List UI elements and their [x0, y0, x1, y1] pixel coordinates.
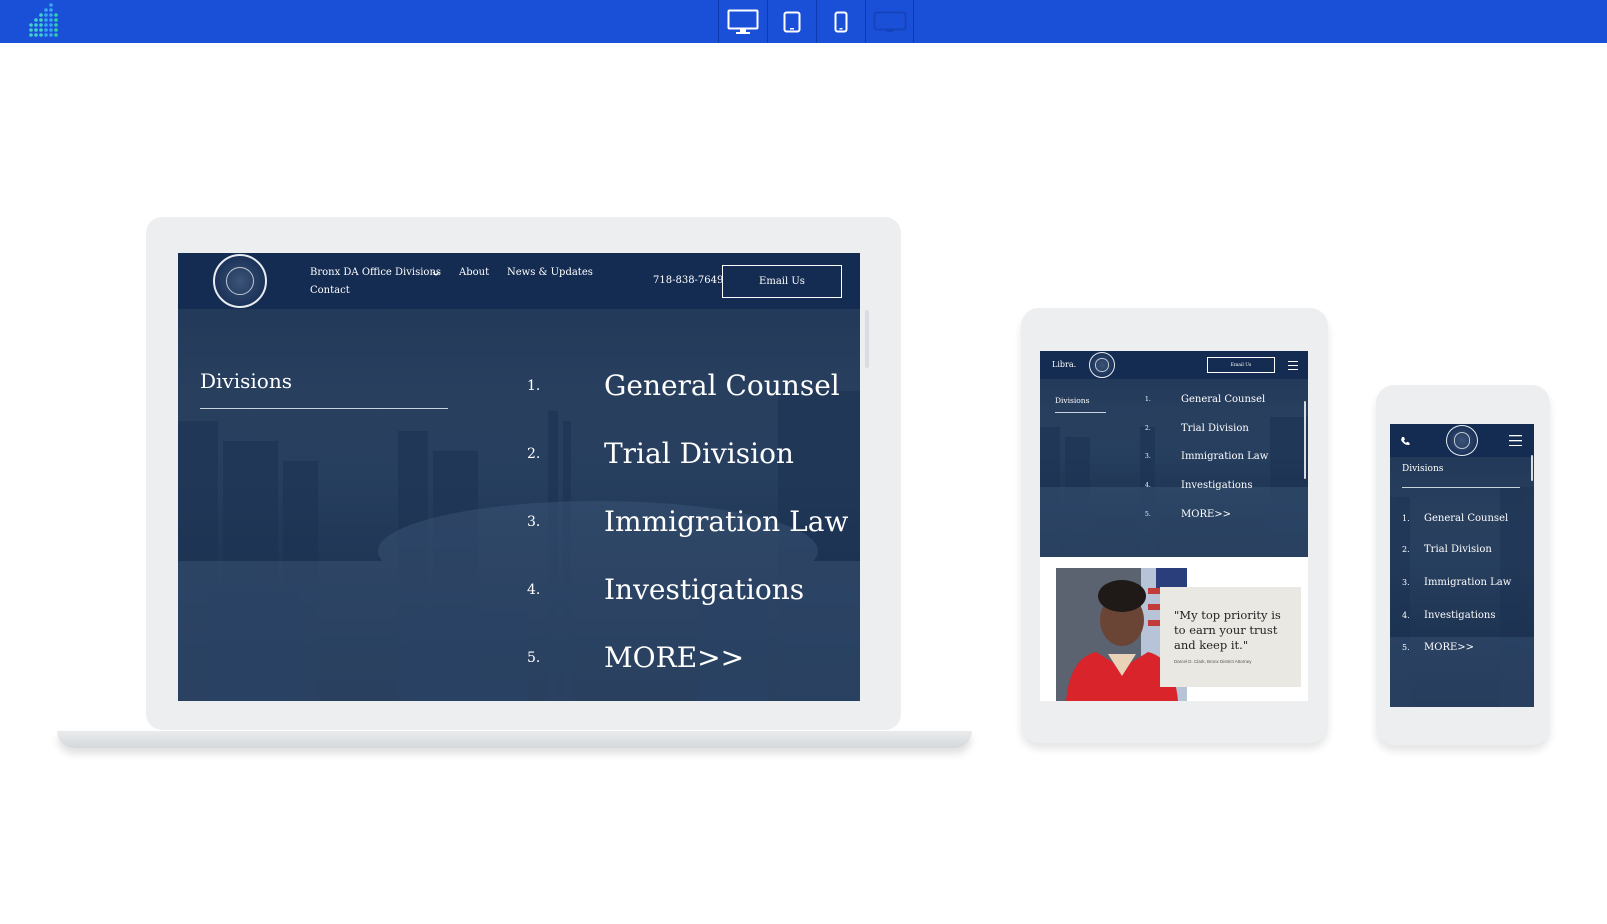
division-number: 4. — [1402, 611, 1410, 620]
division-more-link[interactable]: MORE>> — [604, 641, 744, 674]
division-number: 1. — [1402, 514, 1410, 523]
laptop-base — [57, 731, 972, 748]
signal-dots-icon[interactable] — [28, 2, 62, 38]
landscape-view-button[interactable] — [865, 0, 914, 43]
device-switcher — [718, 0, 914, 43]
division-number: 1. — [1145, 396, 1151, 403]
quote-attribution: Darcel D. Clark, Bronx District Attorney — [1174, 659, 1252, 664]
division-number: 3. — [527, 514, 541, 530]
phone-header — [1390, 424, 1534, 457]
nav-news-updates[interactable]: News & Updates — [507, 267, 593, 278]
preview-toolbar — [0, 0, 1607, 43]
divisions-heading: Divisions — [200, 369, 292, 393]
divisions-heading: Divisions — [1402, 464, 1444, 474]
division-number: 2. — [1145, 425, 1151, 432]
phone-call-icon[interactable] — [1400, 436, 1410, 446]
site-header: Bronx DA Office Divisions About News & U… — [178, 253, 860, 309]
divisions-underline — [200, 408, 448, 409]
division-trial[interactable]: Trial Division — [604, 437, 794, 470]
division-number: 3. — [1402, 578, 1410, 587]
divisions-heading: Divisions — [1055, 396, 1090, 405]
email-us-button[interactable]: Email Us — [722, 265, 842, 298]
chevron-down-icon — [432, 271, 440, 276]
division-general-counsel[interactable]: General Counsel — [1181, 394, 1265, 405]
divisions-underline — [1055, 412, 1106, 413]
bronx-county-seal-icon[interactable] — [1446, 425, 1478, 456]
quote-text: "My top priority is to earn your trust a… — [1174, 608, 1281, 652]
hamburger-menu-icon[interactable] — [1288, 361, 1298, 370]
phone-view-button[interactable] — [816, 0, 865, 43]
division-investigations[interactable]: Investigations — [1181, 480, 1252, 491]
tablet-site-preview: Libra. Email Us Divisions 1. General Cou… — [1040, 351, 1308, 701]
landscape-icon — [873, 11, 906, 32]
division-trial[interactable]: Trial Division — [1181, 423, 1249, 434]
laptop-scrollbar[interactable] — [865, 310, 869, 368]
tablet-view-button[interactable] — [767, 0, 816, 43]
nav-about[interactable]: About — [459, 267, 489, 278]
divisions-underline — [1402, 487, 1520, 488]
nav-contact[interactable]: Contact — [310, 285, 350, 296]
division-investigations[interactable]: Investigations — [604, 573, 804, 606]
division-number: 5. — [1145, 511, 1151, 518]
division-immigration-law[interactable]: Immigration Law — [604, 505, 848, 538]
division-number: 3. — [1145, 453, 1151, 460]
division-number: 1. — [527, 378, 541, 394]
desktop-icon — [727, 9, 759, 34]
quote-card: "My top priority is to earn your trust a… — [1160, 587, 1301, 687]
division-more-link[interactable]: MORE>> — [1424, 642, 1474, 653]
laptop-site-preview: Bronx DA Office Divisions About News & U… — [178, 253, 860, 701]
division-more-link[interactable]: MORE>> — [1181, 509, 1231, 520]
division-number: 2. — [1402, 545, 1410, 554]
division-number: 2. — [527, 446, 541, 462]
division-number: 4. — [1145, 482, 1151, 489]
division-number: 5. — [1402, 643, 1410, 652]
bronx-county-seal-icon[interactable] — [213, 254, 267, 308]
hamburger-menu-icon[interactable] — [1509, 435, 1522, 446]
tablet-icon — [783, 11, 801, 32]
brand-logo[interactable]: Libra. — [1052, 360, 1076, 369]
email-us-button[interactable]: Email Us — [1207, 357, 1275, 373]
nav-bronx-da-divisions[interactable]: Bronx DA Office Divisions — [310, 267, 441, 278]
tablet-header: Libra. Email Us — [1040, 351, 1308, 379]
desktop-view-button[interactable] — [718, 0, 767, 43]
division-number: 4. — [527, 582, 541, 598]
division-number: 5. — [527, 650, 541, 666]
phone-number[interactable]: 718-838-7649 — [653, 275, 723, 286]
phone-scrollbar[interactable] — [1531, 455, 1533, 481]
division-general-counsel[interactable]: General Counsel — [1424, 513, 1508, 524]
bronx-county-seal-icon[interactable] — [1089, 352, 1115, 378]
tablet-hero: Libra. Email Us Divisions 1. General Cou… — [1040, 351, 1308, 557]
division-trial[interactable]: Trial Division — [1424, 544, 1492, 555]
division-general-counsel[interactable]: General Counsel — [604, 369, 840, 402]
tablet-scrollbar[interactable] — [1304, 401, 1306, 479]
division-immigration-law[interactable]: Immigration Law — [1424, 577, 1511, 588]
division-immigration-law[interactable]: Immigration Law — [1181, 451, 1268, 462]
division-investigations[interactable]: Investigations — [1424, 610, 1495, 621]
phone-site-preview: Divisions 1. General Counsel 2. Trial Di… — [1390, 424, 1534, 707]
phone-icon — [834, 11, 848, 32]
